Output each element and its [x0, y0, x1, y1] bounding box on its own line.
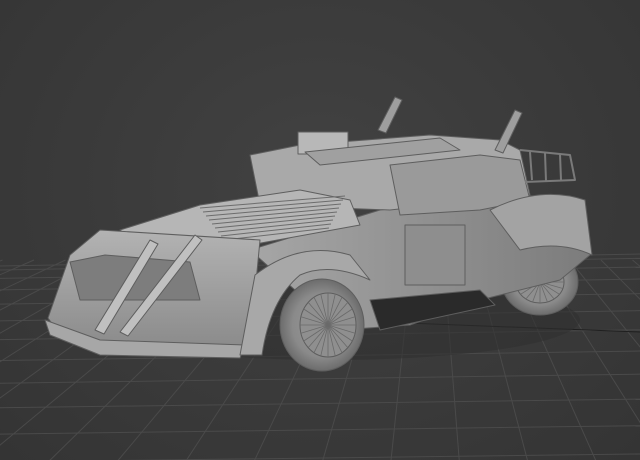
- front-wheel: [279, 278, 365, 372]
- 3d-viewport[interactable]: [0, 0, 640, 460]
- rear-rack: [519, 149, 576, 183]
- roof-antenna: [377, 96, 403, 134]
- door-panel: [404, 224, 466, 286]
- viewport-canvas[interactable]: [0, 0, 640, 460]
